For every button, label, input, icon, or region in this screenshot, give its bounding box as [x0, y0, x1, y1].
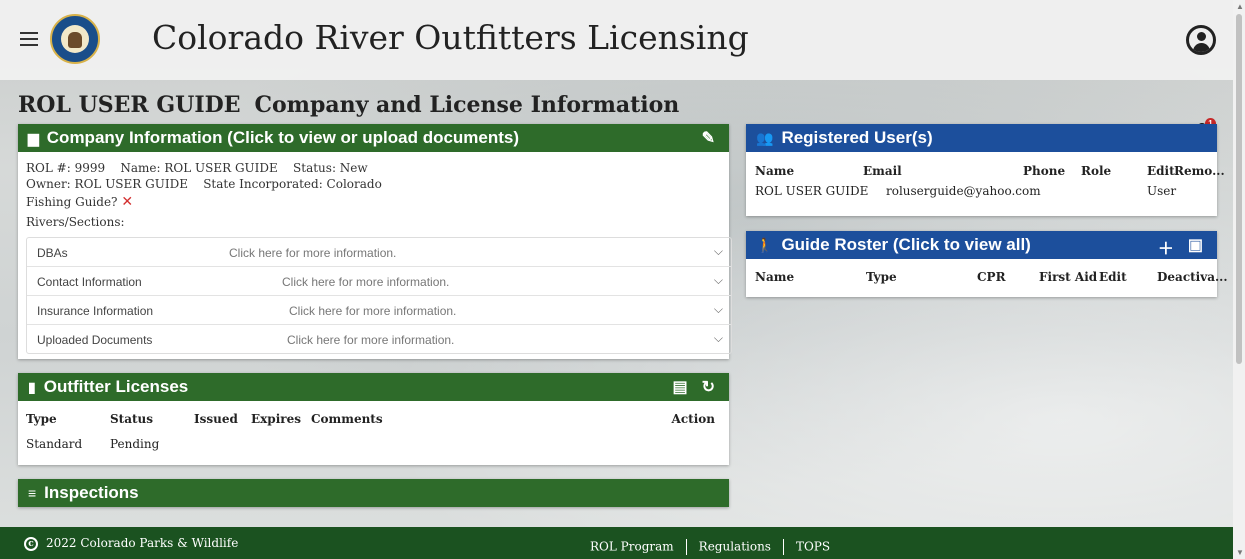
col-header-action: Action: [671, 412, 715, 426]
outfitter-licenses-header: ▮ Outfitter Licenses ▤ ↻: [18, 373, 729, 401]
footer-links: ROL Program Regulations TOPS: [590, 539, 830, 555]
accordion-hint: Click here for more information.: [289, 304, 457, 318]
inspections-card[interactable]: ≡ Inspections: [18, 479, 729, 507]
chevron-down-icon: ⌵: [713, 273, 723, 287]
app-header: Colorado River Outfitters Licensing: [0, 0, 1233, 80]
page-title-user: ROL USER GUIDE: [18, 92, 241, 118]
col-header-comments: Comments: [311, 412, 383, 426]
chevron-down-icon: ⌵: [713, 331, 723, 345]
accordion-hint: Click here for more information.: [282, 275, 450, 289]
col-header-expires: Expires: [251, 412, 301, 426]
accordion-label: Contact Information: [37, 275, 142, 289]
inspections-header[interactable]: ≡ Inspections: [18, 479, 729, 507]
registered-users-card: 👥 Registered User(s) Name Email Phone Ro…: [746, 124, 1225, 216]
fishing-guide-row: Fishing Guide? ✕: [26, 194, 133, 210]
accordion-insurance[interactable]: Insurance Information Click here for mor…: [27, 296, 731, 325]
user-email: roluserguide@yahoo.com: [886, 184, 1041, 198]
company-accordion: DBAs Click here for more information. ⌵ …: [26, 237, 732, 354]
checklist-icon: ≡: [28, 485, 37, 501]
menu-icon[interactable]: [20, 32, 38, 50]
col-header-cpr: CPR: [977, 270, 1006, 284]
col-header-edit: Edit: [1099, 270, 1127, 284]
company-rol-line: ROL #: 9999 Name: ROL USER GUIDE Status:…: [26, 161, 368, 175]
scrollbar-thumb[interactable]: [1236, 14, 1242, 364]
guide-roster-title: Guide Roster (Click to view all): [781, 235, 1031, 254]
guide-roster-header[interactable]: 🚶 Guide Roster (Click to view all) ＋ ▣: [746, 231, 1217, 259]
fishing-guide-x-icon: ✕: [121, 194, 134, 210]
edit-pencil-icon[interactable]: ✎: [702, 128, 715, 148]
accordion-hint: Click here for more information.: [287, 333, 455, 347]
accordion-dbas[interactable]: DBAs Click here for more information. ⌵: [27, 238, 731, 267]
license-type: Standard: [26, 437, 83, 451]
add-document-icon[interactable]: ▣: [1188, 235, 1203, 259]
scroll-up-icon[interactable]: ▲: [1236, 2, 1244, 11]
cpw-logo: [50, 14, 100, 64]
chevron-down-icon: ⌵: [713, 244, 723, 258]
accordion-label: DBAs: [37, 246, 68, 260]
copyright-text: 2022 Colorado Parks & Wildlife: [46, 536, 239, 550]
col-header-issued: Issued: [194, 412, 238, 426]
col-header-remove: Remo...: [1174, 164, 1225, 178]
registered-users-title: Registered User(s): [781, 128, 933, 147]
col-header-email: Email: [863, 164, 902, 178]
registered-users-header: 👥 Registered User(s): [746, 124, 1217, 152]
bookmark-icon: ▮: [28, 378, 36, 395]
group-icon: 👥: [756, 129, 774, 146]
scroll-down-icon[interactable]: ▼: [1236, 548, 1244, 557]
outfitter-licenses-card: ▮ Outfitter Licenses ▤ ↻ Type Status Iss…: [18, 373, 729, 465]
document-icon[interactable]: ▤: [672, 377, 687, 397]
col-header-status: Status: [110, 412, 154, 426]
fishing-guide-label: Fishing Guide?: [26, 195, 118, 209]
footer-link-tops[interactable]: TOPS: [796, 540, 830, 554]
guide-roster-card: 🚶 Guide Roster (Click to view all) ＋ ▣ N…: [746, 231, 1228, 297]
person-walking-icon: 🚶: [756, 236, 774, 253]
page-scrollbar[interactable]: ▲ ▼: [1233, 0, 1245, 559]
refresh-icon[interactable]: ↻: [702, 377, 715, 397]
col-header-name: Name: [755, 164, 795, 178]
rivers-sections-label: Rivers/Sections:: [26, 215, 125, 229]
license-status: Pending: [110, 437, 160, 451]
inspections-title: Inspections: [44, 483, 139, 502]
company-info-title: Company Information (Click to view or up…: [46, 128, 520, 147]
page-title-section: Company and License Information: [254, 92, 680, 118]
col-header-first-aid: First Aid: [1039, 270, 1098, 284]
company-icon: ▆: [28, 129, 39, 146]
footer: c 2022 Colorado Parks & Wildlife ROL Prog…: [0, 527, 1233, 559]
col-header-edit: Edit: [1147, 164, 1175, 178]
accordion-label: Insurance Information: [37, 304, 154, 318]
col-header-deactivate: Deactiva...: [1157, 270, 1228, 284]
col-header-phone: Phone: [1023, 164, 1066, 178]
col-header-type: Type: [26, 412, 57, 426]
chevron-down-icon: ⌵: [713, 302, 723, 316]
company-info-card: ▆ Company Information (Click to view or …: [18, 124, 732, 359]
company-owner-line: Owner: ROL USER GUIDE State Incorporated…: [26, 177, 382, 191]
outfitter-licenses-title: Outfitter Licenses: [43, 377, 189, 396]
footer-link-rol-program[interactable]: ROL Program: [590, 540, 674, 554]
accordion-hint: Click here for more information.: [229, 246, 397, 260]
app-title: Colorado River Outfitters Licensing: [152, 18, 749, 57]
add-icon[interactable]: ＋: [1158, 235, 1174, 259]
col-header-role: Role: [1081, 164, 1112, 178]
accordion-label: Uploaded Documents: [37, 333, 153, 347]
col-header-name: Name: [755, 270, 795, 284]
user-role: User: [1147, 184, 1177, 198]
copyright: c 2022 Colorado Parks & Wildlife: [24, 536, 238, 551]
col-header-type: Type: [866, 270, 897, 284]
page-title: ROL USER GUIDE Company and License Inform…: [18, 92, 679, 118]
user-name: ROL USER GUIDE: [755, 184, 869, 198]
accordion-contact[interactable]: Contact Information Click here for more …: [27, 267, 731, 296]
company-info-header[interactable]: ▆ Company Information (Click to view or …: [18, 124, 729, 152]
copyright-icon: c: [24, 536, 38, 551]
accordion-documents[interactable]: Uploaded Documents Click here for more i…: [27, 325, 731, 353]
account-icon[interactable]: [1186, 25, 1216, 55]
footer-link-regulations[interactable]: Regulations: [699, 540, 771, 554]
